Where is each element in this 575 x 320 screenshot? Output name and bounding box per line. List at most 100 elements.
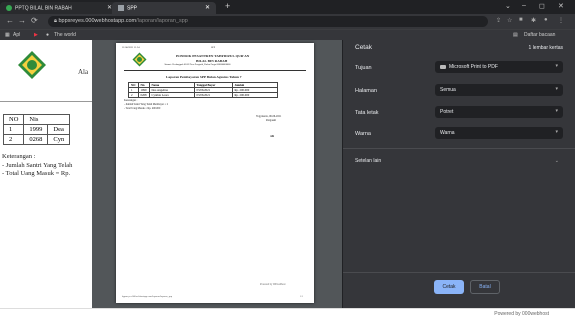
preview-footer-url: bppsreyes.000webhostapp.com/laporan/lapo… — [122, 295, 173, 298]
chevron-down-icon: ▾ — [555, 86, 558, 92]
powered-by-link[interactable]: Powered by 000webhost — [494, 311, 549, 317]
bookmark-the-world[interactable]: The world — [54, 32, 76, 38]
tab-label: SPP — [127, 5, 138, 12]
layout-select[interactable]: Potret ▾ — [435, 106, 563, 118]
preview-divider — [124, 70, 306, 71]
chevron-down-icon: ▾ — [555, 129, 558, 135]
preview-header-date: 11/06/2021 11.34 — [122, 46, 140, 49]
table-cell: 1 — [2, 124, 25, 135]
chevron-down-icon: ▾ — [555, 63, 558, 69]
table-cell: Dea — [47, 124, 71, 135]
table-cell: 1999 — [23, 124, 49, 135]
preview-sign-role: Pengasuh — [266, 119, 276, 122]
extensions-puzzle-icon[interactable]: ✱ — [531, 17, 536, 24]
bookmark-apps[interactable]: Apl — [13, 32, 20, 38]
toolbar: ← → ⟳ 🔒︎ bppsreyes.000webhostapp.com/lap… — [0, 14, 575, 29]
layout-value: Potret — [440, 109, 454, 115]
site-favicon-icon — [6, 5, 12, 11]
notes-line: - Jumlah Santri Yang Telah — [2, 161, 73, 169]
share-icon[interactable]: ⇪ — [496, 17, 501, 24]
print-settings-panel: Cetak 1 lembar kertas Tujuan Microsoft P… — [342, 40, 575, 308]
sheet-count: 1 lembar kertas — [528, 45, 563, 51]
tab-spp[interactable]: SPP ✕ — [112, 2, 216, 14]
reading-list-icon[interactable]: ▤ — [513, 32, 518, 38]
preview-table: NO Nis Nama Tanggal Bayar Jumlah 1 1999 … — [128, 82, 278, 98]
table-row: 2 0268 Cynthia Leora 03/06/2021 Rp. 200.… — [128, 92, 278, 98]
address-fragment: Ala — [78, 68, 89, 76]
back-icon[interactable]: ← — [6, 16, 14, 25]
url-path: /laporan/laporan_spp — [136, 18, 188, 24]
maximize-button[interactable]: ◻ — [539, 2, 545, 10]
pages-select[interactable]: Semua ▾ — [435, 84, 563, 96]
preview-notes-title: Keterangan : — [124, 99, 138, 102]
header-cell: Nis — [23, 114, 71, 125]
forward-icon[interactable]: → — [18, 16, 26, 25]
preview-footer-page: 1/1 — [300, 295, 304, 298]
reading-list[interactable]: Daftar bacaan — [524, 32, 555, 38]
table-cell: Rp. 200.000 — [231, 92, 278, 98]
pages-value: Semua — [440, 87, 456, 93]
profile-avatar[interactable]: ● — [544, 17, 548, 23]
header-cell: NO — [2, 114, 25, 125]
color-value: Warna — [440, 130, 455, 136]
tab-label: PPTQ BILAL BIN RABAH — [15, 5, 72, 12]
preview-institution-2: BILAL BIN RABAH — [196, 59, 228, 63]
preview-sign-place: Yogyakarta, 06-06-2021 — [256, 115, 282, 118]
tab-search-icon[interactable]: ⌄ — [505, 2, 511, 10]
close-window-button[interactable]: ✕ — [558, 2, 564, 10]
extension-icon[interactable]: ■ — [519, 17, 523, 23]
preview-notes-line: - Jumlah Santri Yang Telah Membayar = 2 — [124, 103, 169, 106]
chevron-down-icon: ▾ — [555, 108, 558, 114]
preview-report-title: Laporan Pembayaran SPP Bulan Agustus Tah… — [166, 75, 242, 79]
tab-strip: PPTQ BILAL BIN RABAH ✕ SPP ✕ + ⌄ – ◻ ✕ — [0, 0, 575, 14]
table-cell: 0268 — [23, 134, 49, 145]
reload-icon[interactable]: ⟳ — [31, 16, 38, 25]
table-cell: 2 — [2, 134, 25, 145]
destination-value: Microsoft Print to PDF — [449, 64, 498, 70]
printer-icon — [440, 64, 446, 69]
pages-label: Halaman — [355, 88, 378, 94]
preview-logo — [132, 52, 147, 67]
github-icon[interactable]: ● — [46, 32, 49, 38]
print-title: Cetak — [355, 44, 372, 51]
address-bar[interactable]: 🔒︎ bppsreyes.000webhostapp.com/laporan/l… — [48, 16, 488, 27]
youtube-icon[interactable]: ▶ — [34, 32, 38, 38]
table-cell: 2 — [128, 92, 139, 98]
notes: Keterangan : - Jumlah Santri Yang Telah … — [2, 153, 72, 179]
close-icon[interactable]: ✕ — [205, 4, 210, 11]
minimize-button[interactable]: – — [522, 2, 526, 9]
menu-icon[interactable]: ⋮ — [558, 17, 564, 24]
table-cell: Cyn — [47, 134, 71, 145]
table-cell: 0268 — [137, 92, 150, 98]
divider — [343, 272, 575, 273]
preview-notes-line: - Total Uang Masuk = Rp. 400.000 — [124, 107, 161, 110]
table-header: NO Nis — [2, 114, 71, 125]
table-cell: Cynthia Leora — [148, 92, 195, 98]
preview-institution: PONDOK PESANTREN TAHFIDZUL QUR'AN — [176, 54, 250, 58]
notes-line: - Total Uang Masuk = Rp. — [2, 170, 71, 177]
tab-pptq[interactable]: PPTQ BILAL BIN RABAH ✕ — [0, 2, 118, 14]
more-settings-toggle[interactable]: Setelan lain — [355, 158, 381, 164]
school-logo — [18, 51, 46, 79]
new-tab-button[interactable]: + — [225, 1, 230, 11]
destination-select[interactable]: Microsoft Print to PDF ▾ — [435, 61, 563, 73]
table-row: 1 1999 Dea — [2, 124, 71, 135]
chevron-down-icon[interactable]: ⌄ — [555, 158, 559, 164]
url-host: bppsreyes.000webhostapp.com — [58, 18, 137, 24]
page-favicon-icon — [118, 5, 124, 11]
divider — [343, 148, 575, 149]
print-button[interactable]: Cetak — [434, 280, 464, 294]
table-cell: 03/06/2021 — [193, 92, 233, 98]
bookmark-star-icon[interactable]: ☆ — [507, 17, 512, 24]
cancel-button[interactable]: Batal — [470, 280, 500, 294]
color-label: Warna — [355, 131, 371, 137]
destination-label: Tujuan — [355, 65, 372, 71]
color-select[interactable]: Warna ▾ — [435, 127, 563, 139]
table-row: 2 0268 Cyn — [2, 134, 71, 145]
preview-address: Alamat : Kedungpoh 05/03 Desa Pengasih, … — [164, 64, 231, 66]
payment-table: NO Nis 1 1999 Dea 2 0268 Cyn — [2, 114, 71, 145]
bookmarks-bar: ▦ Apl ▶ ● The world ▤ Daftar bacaan — [0, 29, 575, 40]
notes-title: Keterangan : — [2, 153, 36, 160]
apps-icon[interactable]: ▦ — [5, 32, 10, 38]
divider — [0, 101, 100, 102]
